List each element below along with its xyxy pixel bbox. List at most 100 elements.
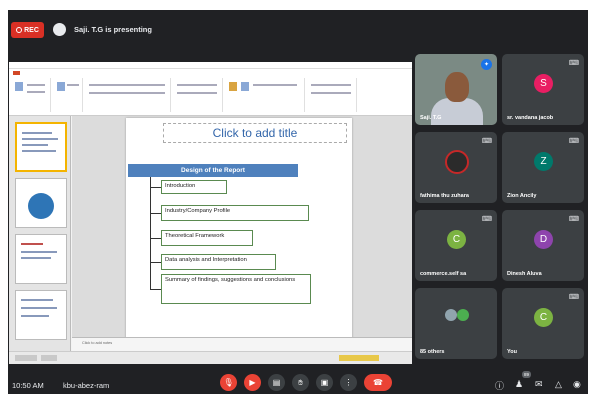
participant-name: sr. vandana jacob — [507, 115, 554, 121]
participant-tile[interactable]: C ⌨ commerce.self sa — [415, 210, 497, 281]
thumb-line — [22, 132, 52, 134]
ribbon-line — [27, 91, 45, 93]
powerpoint-ribbon — [9, 76, 412, 116]
video-person-head — [445, 72, 469, 102]
host-controls-icon[interactable]: ◉ — [573, 379, 581, 390]
ribbon-line — [89, 84, 165, 86]
ribbon-group — [85, 78, 171, 112]
participant-tile[interactable]: S ⌨ sr. vandana jacob — [502, 54, 584, 125]
report-section-box: Summary of findings, suggestions and con… — [161, 274, 311, 304]
thumb-line — [21, 299, 53, 301]
chat-icon[interactable]: ✉︎ — [535, 379, 543, 390]
status-item — [41, 355, 57, 361]
report-section-box: Industry/Company Profile — [161, 205, 309, 221]
slide-thumbnail[interactable] — [15, 178, 67, 228]
notes-pane[interactable]: Click to add notes — [72, 337, 412, 351]
ribbon-line — [89, 92, 165, 94]
ribbon-group — [173, 78, 223, 112]
participant-tile[interactable]: D ⌨ Dinesh Aluva — [502, 210, 584, 281]
people-icon[interactable]: ♟ — [515, 379, 523, 390]
powerpoint-statusbar — [9, 351, 412, 364]
thumb-line — [21, 315, 49, 317]
raise-hand-icon[interactable]: ✋︎ — [292, 374, 309, 391]
connector-line — [150, 262, 161, 263]
ribbon-group — [53, 78, 83, 112]
thumb-line — [21, 307, 57, 309]
connector-line — [150, 289, 161, 290]
other-avatar — [445, 309, 457, 321]
presenter-avatar — [53, 23, 66, 36]
participant-tile-others[interactable]: 85 others — [415, 288, 497, 359]
ribbon-line — [27, 84, 45, 86]
participant-avatar: D — [534, 230, 553, 249]
participant-avatar: S — [534, 74, 553, 93]
participant-tile[interactable]: Z ⌨ Zion Ancily — [502, 132, 584, 203]
ribbon-group — [307, 78, 357, 112]
report-section-box: Introduction — [161, 180, 227, 194]
present-icon[interactable]: ▣ — [316, 374, 333, 391]
participant-tile[interactable]: ⌨ fathima thu zuhara — [415, 132, 497, 203]
shapes-icon — [229, 82, 237, 91]
activities-icon[interactable]: △ — [555, 379, 562, 390]
camera-off-icon[interactable]: ▶ — [244, 374, 261, 391]
ribbon-group — [9, 78, 51, 112]
meeting-code: kbu-abez-ram — [63, 381, 110, 390]
slide-thumbnail[interactable] — [15, 234, 67, 284]
connector-line — [150, 177, 151, 289]
end-call-icon[interactable]: ☎︎ — [364, 374, 392, 391]
ribbon-line — [177, 84, 217, 86]
info-icon[interactable]: ⓘ — [495, 379, 504, 392]
slide-thumbnail[interactable] — [15, 122, 67, 172]
mic-off-icon: ⌨ — [568, 294, 579, 301]
ribbon-tab: ​ — [13, 70, 20, 75]
ribbon-line — [253, 84, 297, 86]
participant-name: commerce.self sa — [420, 271, 467, 277]
ribbon-group — [225, 78, 305, 112]
participant-avatar: C — [447, 230, 466, 249]
participant-name: 85 others — [420, 349, 445, 355]
more-options-icon[interactable]: ⋮ — [340, 374, 357, 391]
slide-thumbnails-pane[interactable] — [9, 116, 71, 351]
mic-off-icon: ⌨ — [481, 138, 492, 145]
thumb-line — [21, 257, 51, 259]
record-icon — [16, 27, 23, 33]
shared-screen: ​ — [9, 62, 412, 364]
participant-avatar: C — [534, 308, 553, 327]
ribbon-line — [67, 84, 79, 86]
ribbon-line — [311, 92, 351, 94]
ribbon-tab — [59, 71, 65, 75]
thumb-line — [22, 150, 56, 152]
powerpoint-titlebar — [9, 62, 412, 69]
mic-off-icon: ⌨ — [481, 216, 492, 223]
others-avatars — [445, 304, 469, 326]
new-slide-icon — [57, 82, 65, 91]
participant-avatar: Z — [534, 152, 553, 171]
current-slide[interactable]: Click to add title Design of the Report … — [126, 118, 352, 344]
ribbon-tab — [73, 71, 79, 75]
presenting-status: Saji. T.G is presenting — [74, 25, 152, 34]
captions-icon[interactable]: ▤ — [268, 374, 285, 391]
participant-name: Dinesh Aluva — [507, 271, 542, 277]
participant-name: fathima thu zuhara — [420, 193, 469, 199]
participant-name: You — [507, 349, 517, 355]
thumb-line — [22, 138, 58, 140]
slide-thumbnail[interactable] — [15, 290, 67, 340]
participant-name: Saji. T.G — [420, 115, 442, 121]
report-section-box: Theoretical Framework — [161, 230, 253, 246]
zoom-slider[interactable] — [339, 355, 379, 361]
participant-tile-presenter[interactable]: ✦ Saji. T.G — [415, 54, 497, 125]
ribbon-line — [177, 92, 217, 94]
thumb-line — [22, 144, 48, 146]
participant-tile-self[interactable]: C ⌨ You — [502, 288, 584, 359]
mic-off-icon: ⌨ — [568, 216, 579, 223]
report-section-box: Data analysis and Interpretation — [161, 254, 276, 270]
connector-line — [150, 213, 161, 214]
thumb-line — [21, 251, 57, 253]
mic-off-icon: ⌨ — [568, 60, 579, 67]
slide-title-placeholder[interactable]: Click to add title — [163, 123, 347, 143]
ribbon-tab — [29, 71, 35, 75]
slide-editor: Click to add title Design of the Report … — [72, 116, 412, 351]
powerpoint-ribbon-tabs: ​ — [9, 69, 412, 76]
pin-icon[interactable]: ✦ — [481, 59, 492, 70]
mic-off-icon[interactable]: 🎙︎ — [220, 374, 237, 391]
